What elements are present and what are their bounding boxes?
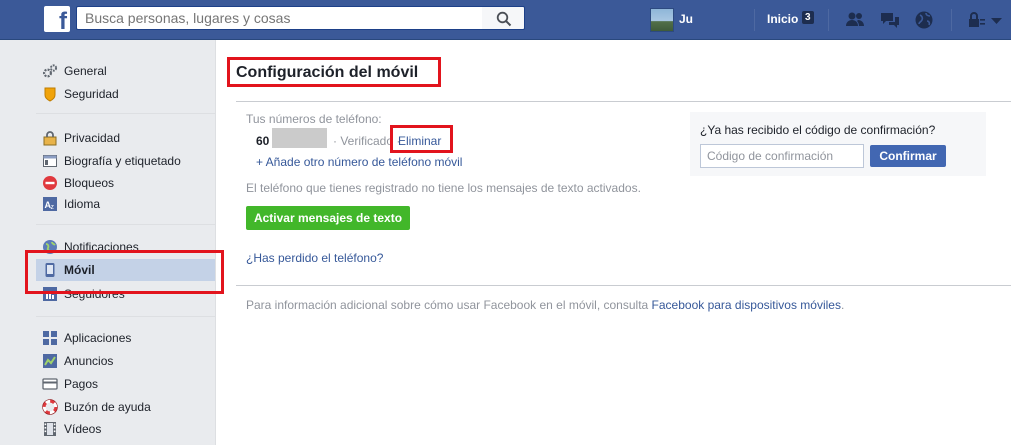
gears-icon bbox=[42, 64, 58, 78]
block-icon bbox=[43, 176, 57, 190]
top-navigation-bar: f Ju Inicio 3 bbox=[0, 0, 1011, 40]
sidebar-item-label: Pagos bbox=[64, 377, 99, 391]
verified-label: · Verificado · bbox=[333, 134, 401, 148]
divider bbox=[754, 9, 755, 31]
divider bbox=[36, 316, 216, 317]
dropdown-icon[interactable] bbox=[989, 9, 1005, 31]
confirmation-question: ¿Ya has recibido el código de confirmaci… bbox=[700, 123, 936, 137]
ads-icon bbox=[43, 354, 57, 368]
sidebar-item-apps[interactable]: Aplicaciones bbox=[36, 327, 216, 349]
sidebar-item-label: Aplicaciones bbox=[64, 331, 132, 345]
home-count-badge: 3 bbox=[802, 11, 814, 24]
profile-link[interactable]: Ju bbox=[679, 12, 693, 26]
sidebar-item-label: Vídeos bbox=[64, 422, 102, 436]
sidebar-item-label: Notificaciones bbox=[64, 240, 139, 254]
mobile-settings-panel: Configuración del móvil Tus números de t… bbox=[216, 40, 1011, 445]
divider bbox=[36, 113, 216, 114]
card-icon bbox=[42, 378, 58, 390]
mobile-info-text: Para información adicional sobre cómo us… bbox=[246, 298, 844, 312]
sidebar-item-label: Buzón de ayuda bbox=[64, 400, 151, 414]
confirm-button[interactable]: Confirmar bbox=[870, 145, 946, 167]
info-period: . bbox=[840, 298, 845, 312]
search-icon bbox=[496, 11, 512, 27]
shield-icon bbox=[44, 87, 56, 102]
sidebar-item-label: Idioma bbox=[64, 197, 101, 211]
lost-phone-link[interactable]: ¿Has perdido el teléfono? bbox=[246, 251, 383, 265]
sidebar-item-language[interactable]: Az Idioma bbox=[36, 193, 216, 215]
logo-letter: f bbox=[59, 8, 67, 35]
globe-icon bbox=[43, 240, 57, 254]
phone-number-redacted bbox=[272, 128, 327, 148]
sidebar-item-videos[interactable]: Vídeos bbox=[36, 418, 216, 440]
sidebar-item-security[interactable]: Seguridad bbox=[36, 83, 216, 105]
sidebar-item-mobile[interactable]: Móvil bbox=[36, 259, 216, 281]
divider bbox=[828, 9, 829, 31]
avatar[interactable] bbox=[650, 8, 674, 32]
divider bbox=[236, 285, 1011, 286]
confirmation-code-box: ¿Ya has recibido el código de confirmaci… bbox=[690, 112, 986, 176]
sidebar-item-label: Anuncios bbox=[64, 354, 114, 368]
info-text: Para información adicional sobre cómo us… bbox=[246, 298, 652, 312]
remove-phone-link[interactable]: Eliminar bbox=[398, 134, 441, 148]
sidebar-item-label: Privacidad bbox=[64, 131, 121, 145]
sidebar-item-support-inbox[interactable]: Buzón de ayuda bbox=[36, 396, 216, 418]
divider bbox=[36, 224, 216, 225]
sidebar-item-label: Seguridad bbox=[64, 87, 119, 101]
confirmation-code-input[interactable] bbox=[700, 144, 864, 168]
timeline-icon bbox=[43, 155, 57, 167]
phone-number: 60 bbox=[256, 134, 270, 148]
sidebar-item-label: Biografía y etiquetado bbox=[64, 154, 181, 168]
friends-icon[interactable] bbox=[844, 9, 866, 31]
sidebar-item-label: General bbox=[64, 64, 107, 78]
rss-icon bbox=[43, 287, 57, 301]
sidebar-item-notifications[interactable]: Notificaciones bbox=[36, 236, 216, 258]
phones-label: Tus números de teléfono: bbox=[246, 112, 382, 126]
lifebuoy-icon bbox=[42, 399, 58, 415]
facebook-logo-icon[interactable]: f bbox=[44, 6, 70, 35]
sidebar-item-payments[interactable]: Pagos bbox=[36, 373, 216, 395]
messages-icon[interactable] bbox=[879, 9, 901, 31]
sidebar-item-privacy[interactable]: Privacidad bbox=[36, 127, 216, 149]
lock-icon[interactable] bbox=[965, 9, 987, 31]
sms-status-note: El teléfono que tienes registrado no tie… bbox=[246, 181, 641, 195]
sidebar-item-ads[interactable]: Anuncios bbox=[36, 350, 216, 372]
search-button[interactable] bbox=[482, 6, 525, 30]
svg-text:z: z bbox=[51, 204, 55, 211]
sidebar-item-label: Bloqueos bbox=[64, 176, 115, 190]
privacy-lock-icon bbox=[43, 131, 57, 146]
language-icon: Az bbox=[43, 197, 57, 211]
sidebar-item-label: Seguidores bbox=[64, 287, 125, 301]
mobile-help-link[interactable]: Facebook para dispositivos móviles bbox=[652, 298, 841, 312]
page-title: Configuración del móvil bbox=[236, 64, 419, 81]
apps-icon bbox=[43, 331, 57, 345]
settings-sidebar: General Seguridad Privacidad Biografía y… bbox=[36, 40, 216, 445]
sidebar-item-blocking[interactable]: Bloqueos bbox=[36, 172, 216, 194]
film-icon bbox=[44, 422, 56, 436]
search-input[interactable] bbox=[76, 6, 482, 30]
home-link[interactable]: Inicio bbox=[767, 12, 798, 26]
sidebar-item-general[interactable]: General bbox=[36, 60, 216, 82]
divider bbox=[236, 101, 1011, 102]
divider bbox=[951, 9, 952, 31]
activate-sms-button[interactable]: Activar mensajes de texto bbox=[246, 206, 410, 230]
mobile-icon bbox=[45, 263, 55, 277]
add-phone-link[interactable]: + Añade otro número de teléfono móvil bbox=[256, 155, 462, 169]
globe-icon[interactable] bbox=[913, 9, 935, 31]
sidebar-item-followers[interactable]: Seguidores bbox=[36, 283, 216, 305]
sidebar-item-label: Móvil bbox=[64, 263, 95, 277]
sidebar-item-timeline[interactable]: Biografía y etiquetado bbox=[36, 150, 216, 172]
